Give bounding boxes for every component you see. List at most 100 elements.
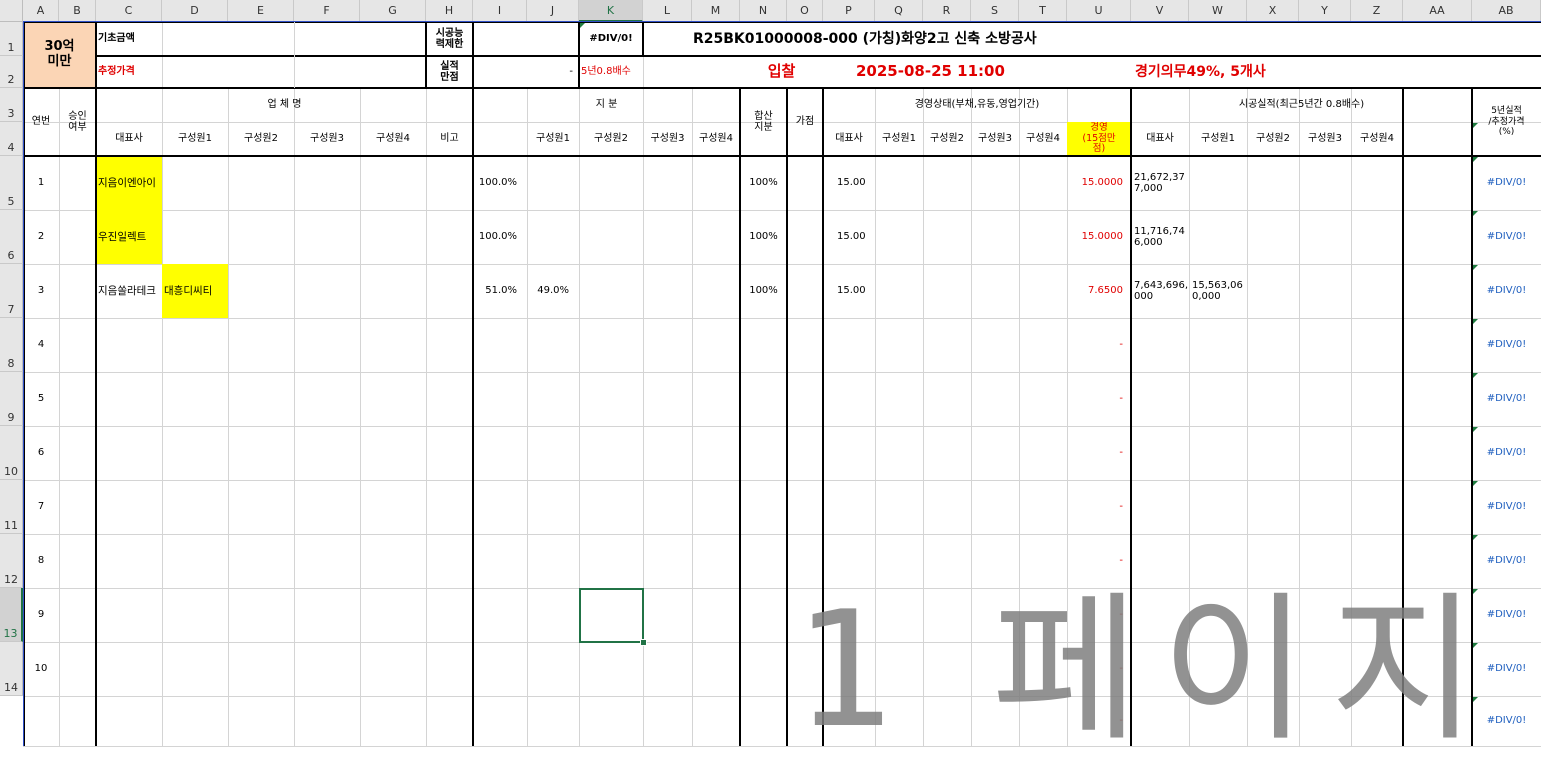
row-record-rep[interactable] (1131, 426, 1189, 480)
row-representative[interactable]: 지음쏠라테크 (96, 264, 162, 318)
row-record-m1[interactable]: 15,563,060,000 (1189, 264, 1247, 318)
row-management-score[interactable]: - (1067, 480, 1131, 534)
row-member1[interactable]: 대흥디씨티 (162, 264, 228, 318)
column-header-W[interactable]: W (1189, 0, 1247, 22)
row-share-rep[interactable] (473, 318, 527, 372)
row-representative[interactable] (96, 372, 162, 426)
row-share-m1[interactable]: 49.0% (527, 264, 579, 318)
performance-full-value[interactable]: - (473, 56, 579, 88)
row-share-m1[interactable] (527, 156, 579, 210)
row-total-share[interactable]: 100% (740, 156, 787, 210)
column-header-C[interactable]: C (96, 0, 162, 22)
row-header-2[interactable]: 2 (0, 56, 23, 88)
row-header-13[interactable]: 13 (0, 588, 23, 642)
column-header-T[interactable]: T (1019, 0, 1067, 22)
row-share-m1[interactable] (527, 642, 579, 696)
row-share-rep[interactable] (473, 426, 527, 480)
select-all-corner[interactable] (0, 0, 23, 22)
row-five-year-ratio[interactable]: #DIV/0! (1472, 426, 1541, 480)
column-header-Y[interactable]: Y (1299, 0, 1351, 22)
row-management-score[interactable]: - (1067, 318, 1131, 372)
column-header-Q[interactable]: Q (875, 0, 923, 22)
row-record-m1[interactable] (1189, 426, 1247, 480)
row-share-m1[interactable] (527, 588, 579, 642)
row-approval[interactable] (59, 372, 96, 426)
row-total-share[interactable] (740, 696, 787, 746)
row-header-1[interactable]: 1 (0, 22, 23, 56)
row-representative[interactable] (96, 696, 162, 746)
row-management-rep[interactable] (823, 480, 875, 534)
row-share-m1[interactable] (527, 696, 579, 746)
row-share-m1[interactable] (527, 210, 579, 264)
row-header-6[interactable]: 6 (0, 210, 23, 264)
row-representative[interactable] (96, 426, 162, 480)
row-share-rep[interactable]: 100.0% (473, 156, 527, 210)
row-representative[interactable]: 지음이엔아이 (96, 156, 162, 210)
column-header-AA[interactable]: AA (1403, 0, 1472, 22)
row-total-share[interactable]: 100% (740, 210, 787, 264)
row-header-14[interactable]: 14 (0, 642, 23, 696)
row-approval[interactable] (59, 426, 96, 480)
column-header-J[interactable]: J (527, 0, 579, 22)
row-approval[interactable] (59, 318, 96, 372)
row-management-score[interactable]: 15.0000 (1067, 210, 1131, 264)
column-header-D[interactable]: D (162, 0, 228, 22)
row-header-5[interactable]: 5 (0, 156, 23, 210)
row-record-m1[interactable] (1189, 318, 1247, 372)
row-record-m1[interactable] (1189, 210, 1247, 264)
column-header-V[interactable]: V (1131, 0, 1189, 22)
column-header-H[interactable]: H (426, 0, 473, 22)
row-record-rep[interactable] (1131, 318, 1189, 372)
row-approval[interactable] (59, 696, 96, 746)
row-record-m1[interactable] (1189, 156, 1247, 210)
row-share-m1[interactable] (527, 318, 579, 372)
row-share-rep[interactable]: 51.0% (473, 264, 527, 318)
row-member1[interactable] (162, 426, 228, 480)
selected-cell-K13[interactable] (579, 588, 644, 643)
column-header-B[interactable]: B (59, 0, 96, 22)
row-five-year-ratio[interactable]: #DIV/0! (1472, 318, 1541, 372)
row-representative[interactable] (96, 642, 162, 696)
row-five-year-ratio[interactable]: #DIV/0! (1472, 372, 1541, 426)
row-header-10[interactable]: 10 (0, 426, 23, 480)
row-header-4[interactable]: 4 (0, 122, 23, 156)
row-share-rep[interactable]: 100.0% (473, 210, 527, 264)
row-five-year-ratio[interactable]: #DIV/0! (1472, 264, 1541, 318)
row-approval[interactable] (59, 210, 96, 264)
row-record-m1[interactable] (1189, 480, 1247, 534)
estimated-price-value[interactable] (162, 56, 294, 88)
row-approval[interactable] (59, 588, 96, 642)
row-approval[interactable] (59, 480, 96, 534)
row-total-share[interactable] (740, 642, 787, 696)
column-header-A[interactable]: A (23, 0, 59, 22)
row-record-rep[interactable] (1131, 372, 1189, 426)
row-record-rep[interactable]: 21,672,377,000 (1131, 156, 1189, 210)
column-header-K[interactable]: K (579, 0, 643, 22)
row-share-rep[interactable] (473, 534, 527, 588)
row-header-8[interactable]: 8 (0, 318, 23, 372)
row-management-rep[interactable]: 15.00 (823, 156, 875, 210)
row-management-rep[interactable] (823, 426, 875, 480)
row-header-3[interactable]: 3 (0, 88, 23, 122)
row-share-m1[interactable] (527, 534, 579, 588)
row-total-share[interactable] (740, 588, 787, 642)
row-header-11[interactable]: 11 (0, 480, 23, 534)
row-share-m1[interactable] (527, 480, 579, 534)
row-record-rep[interactable]: 11,716,746,000 (1131, 210, 1189, 264)
column-header-M[interactable]: M (692, 0, 740, 22)
column-header-G[interactable]: G (360, 0, 426, 22)
row-representative[interactable]: 우진일렉트 (96, 210, 162, 264)
row-management-rep[interactable]: 15.00 (823, 264, 875, 318)
row-management-score[interactable]: - (1067, 372, 1131, 426)
row-representative[interactable] (96, 480, 162, 534)
row-member1[interactable] (162, 696, 228, 746)
row-share-rep[interactable] (473, 588, 527, 642)
row-total-share[interactable]: 100% (740, 264, 787, 318)
base-amount-extra[interactable] (294, 22, 426, 56)
row-member1[interactable] (162, 210, 228, 264)
column-header-P[interactable]: P (823, 0, 875, 22)
category-cell[interactable]: 30억 미만 (23, 22, 96, 88)
column-header-AB[interactable]: AB (1472, 0, 1541, 22)
column-header-X[interactable]: X (1247, 0, 1299, 22)
row-header-12[interactable]: 12 (0, 534, 23, 588)
